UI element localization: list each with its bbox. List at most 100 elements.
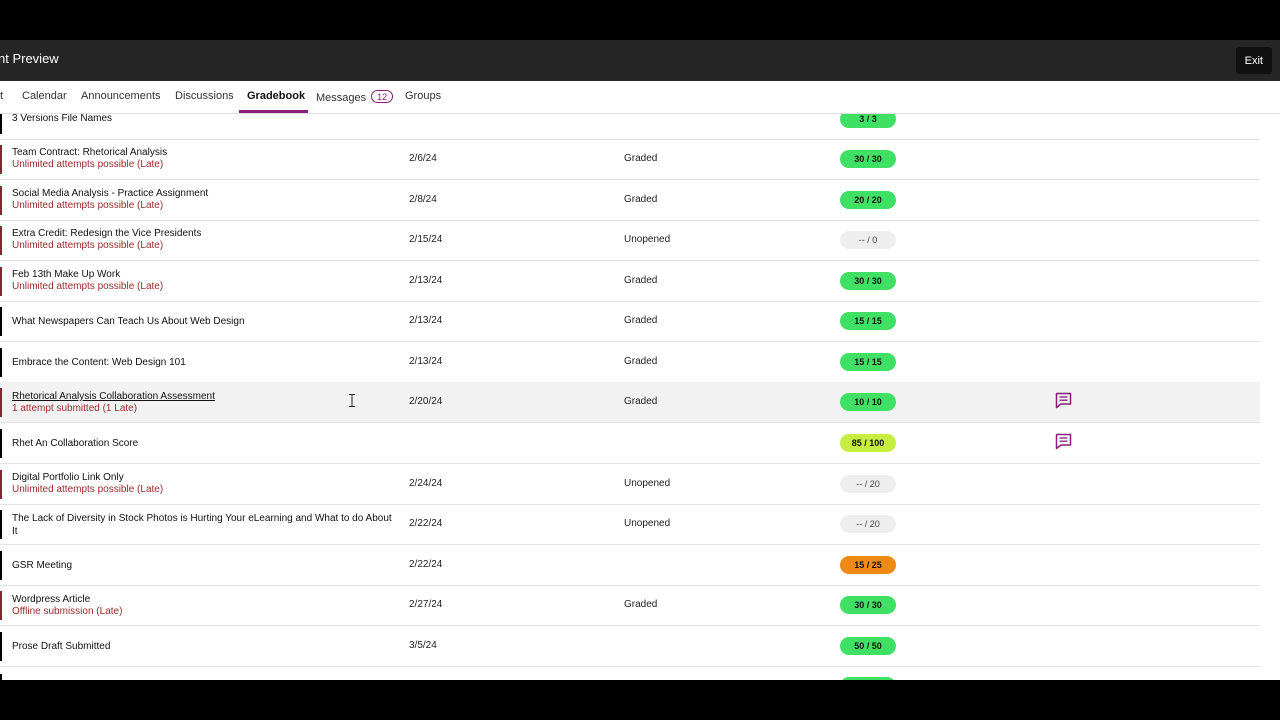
item-name[interactable]: 3 Versions File Names [12,114,392,125]
status-text: Graded [624,315,658,326]
grade-row: What Newspapers Can Teach Us About Web D… [0,301,1260,342]
bottom-letterbox [0,680,1280,720]
status-text: Graded [624,599,658,610]
due-date: 2/22/24 [409,559,443,570]
due-date: 2/13/24 [409,275,443,286]
grade-row: Extra Credit: Redesign the Vice Presiden… [0,220,1260,261]
due-date: 2/8/24 [409,194,437,205]
grade-pill[interactable]: 50 / 50 [840,637,896,655]
item-name[interactable]: GSR Meeting [12,559,392,572]
item-name[interactable]: Prose Draft Submitted [12,640,392,653]
due-date: 2/15/24 [409,234,443,245]
status-text: Graded [624,194,658,205]
tab-gradebook[interactable]: Gradebook [247,90,305,102]
status-text: Graded [624,153,658,164]
grade-row: Wordpress Article Offline submission (La… [0,585,1260,626]
status-text: Unopened [624,234,671,245]
grade-row: Embrace the Content: Web Design 101 2/13… [0,342,1260,383]
item-name[interactable]: What Newspapers Can Teach Us About Web D… [12,315,392,328]
tab-groups[interactable]: Groups [405,90,441,102]
due-date: 2/22/24 [409,518,443,529]
grade-row: 3 Versions File Names 3 / 3 [0,114,1260,140]
grade-pill[interactable]: 30 / 30 [840,150,896,168]
item-name[interactable]: Rhet An Collaboration Score [12,437,392,450]
item-name[interactable]: Social Media Analysis - Practice Assignm… [12,187,392,200]
grade-pill[interactable]: -- / 20 [840,475,896,493]
row-marker [0,307,2,336]
tab-messages[interactable]: Messages 12 [316,90,394,104]
text-cursor-icon [349,394,355,407]
grade-pill[interactable]: 30 / 30 [840,272,896,290]
attempt-note: Unlimited attempts possible (Late) [12,200,164,211]
tab-messages-label: Messages [316,92,367,104]
late-marker [0,186,2,215]
grade-row: Feb 13th Make Up Work Unlimited attempts… [0,261,1260,302]
item-name[interactable]: Extra Credit: Redesign the Vice Presiden… [12,227,392,240]
due-date: 2/6/24 [409,153,437,164]
due-date: 2/13/24 [409,356,443,367]
grade-row: Team Contract: Rhetorical Analysis Unlim… [0,139,1260,180]
messages-count-badge: 12 [371,90,394,103]
preview-title: nt Preview [0,51,59,66]
due-date: 3/5/24 [409,640,437,651]
grade-row-partial [0,667,1260,680]
due-date: 2/24/24 [409,478,443,489]
tab-discussions[interactable]: Discussions [175,90,234,102]
late-marker [0,267,2,296]
grade-pill[interactable]: 15 / 15 [840,353,896,371]
feedback-icon[interactable] [1055,392,1072,409]
item-name[interactable]: Embrace the Content: Web Design 101 [12,356,392,369]
grade-pill[interactable]: 15 / 25 [840,556,896,574]
grade-pill[interactable]: 85 / 100 [840,434,896,452]
grade-pill[interactable]: 30 / 30 [840,596,896,614]
grade-pill[interactable]: 20 / 20 [840,191,896,209]
exit-button[interactable]: Exit [1235,47,1272,74]
item-name[interactable]: Feb 13th Make Up Work [12,268,392,281]
tab-announcements[interactable]: Announcements [81,90,161,102]
row-marker [0,632,2,661]
status-text: Unopened [624,518,671,529]
row-marker [0,429,2,458]
feedback-icon[interactable] [1055,433,1072,450]
due-date: 2/13/24 [409,315,443,326]
grade-pill[interactable]: 3 / 3 [840,114,896,128]
grade-row: Rhetorical Analysis Collaboration Assess… [0,382,1260,423]
gradebook-list: 3 Versions File Names 3 / 3 Team Contrac… [0,114,1280,680]
attempt-note: Unlimited attempts possible (Late) [12,159,164,170]
item-name-link[interactable]: Rhetorical Analysis Collaboration Assess… [12,390,392,403]
grade-row: Digital Portfolio Link Only Unlimited at… [0,464,1260,505]
grade-pill[interactable]: -- / 20 [840,515,896,533]
late-marker [0,145,2,174]
late-marker [0,388,2,417]
item-name[interactable]: Wordpress Article [12,593,392,606]
grade-row: Prose Draft Submitted 3/5/24 50 / 50 [0,626,1260,667]
status-text: Graded [624,396,658,407]
status-text: Unopened [624,478,671,489]
attempt-note: Unlimited attempts possible (Late) [12,240,164,251]
attempt-note: 1 attempt submitted (1 Late) [12,403,138,414]
row-marker [0,348,2,377]
status-text: Graded [624,356,658,367]
row-marker [0,510,2,539]
grade-pill[interactable]: 10 / 10 [840,393,896,411]
row-marker [0,114,2,134]
item-name[interactable]: Team Contract: Rhetorical Analysis [12,146,392,159]
attempt-note: Unlimited attempts possible (Late) [12,484,164,495]
late-marker [0,226,2,255]
scrollbar[interactable] [1275,114,1280,680]
grade-row: The Lack of Diversity in Stock Photos is… [0,504,1260,545]
item-name[interactable]: The Lack of Diversity in Stock Photos is… [12,512,392,538]
tab-calendar[interactable]: Calendar [22,90,67,102]
status-text: Graded [624,275,658,286]
grade-row: GSR Meeting 2/22/24 15 / 25 [0,545,1260,586]
row-marker [0,551,2,580]
tab-content[interactable]: t [0,90,3,102]
attempt-note: Offline submission (Late) [12,606,123,617]
grade-row: Rhet An Collaboration Score 85 / 100 [0,423,1260,464]
item-name[interactable]: Digital Portfolio Link Only [12,471,392,484]
course-nav: t Calendar Announcements Discussions Gra… [0,81,1280,114]
grade-pill[interactable]: 15 / 15 [840,312,896,330]
preview-header-bar: nt Preview Exit [0,40,1280,81]
due-date: 2/20/24 [409,396,443,407]
grade-pill[interactable]: -- / 0 [840,231,896,249]
